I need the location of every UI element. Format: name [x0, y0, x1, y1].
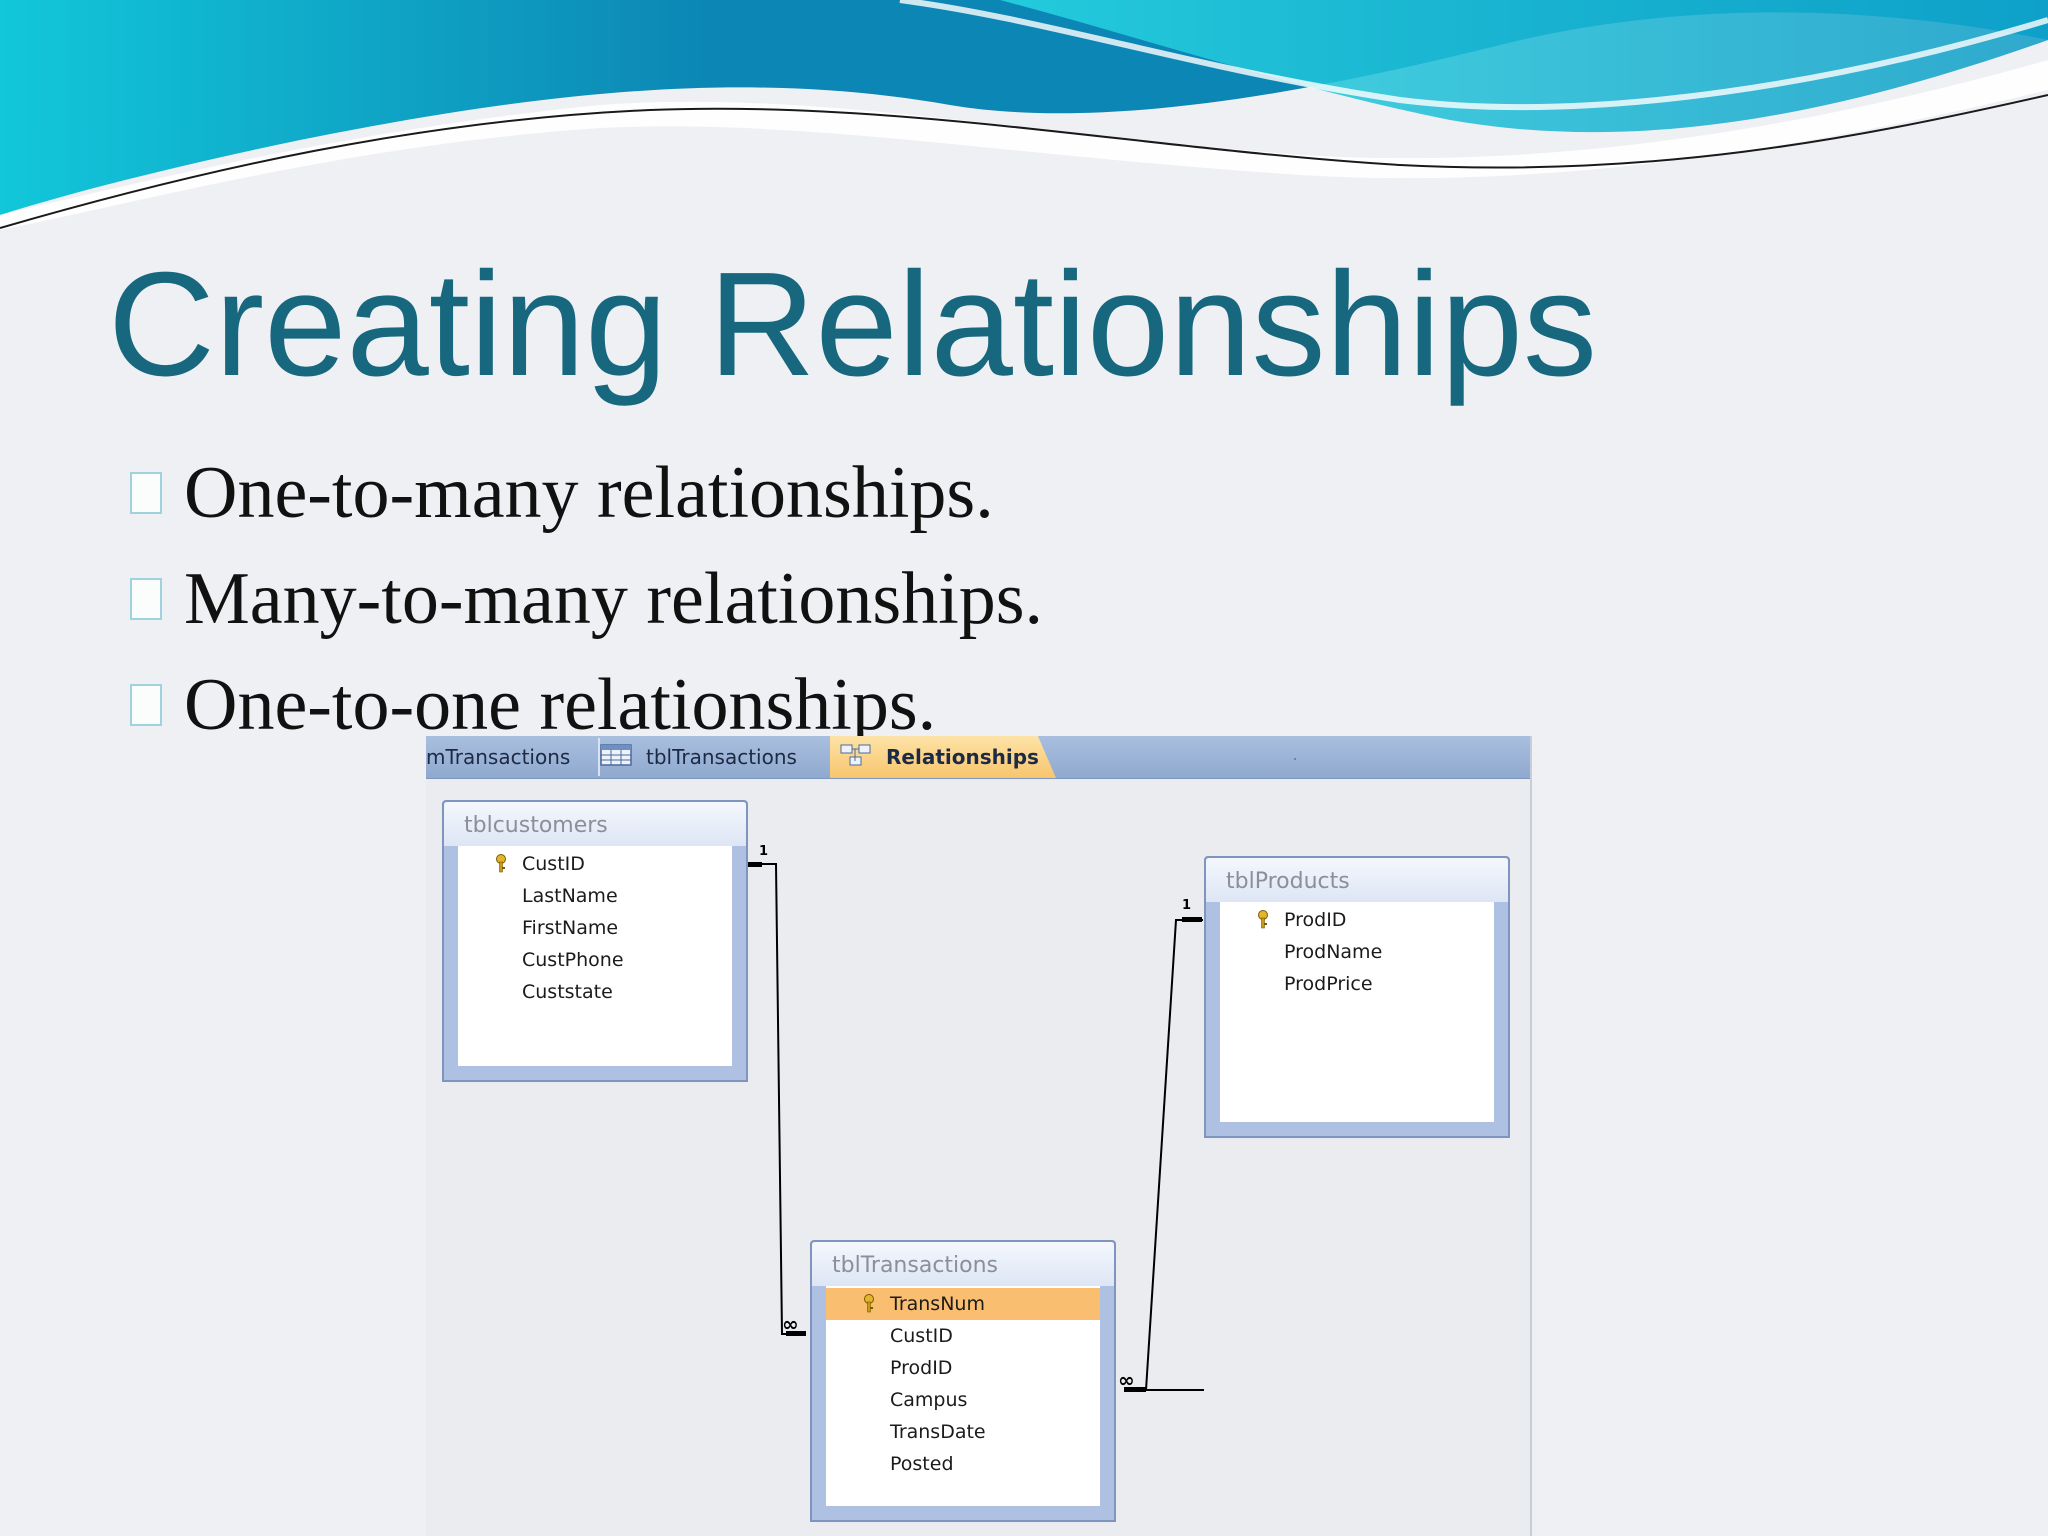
table-box-transactions[interactable]: tblTransactions TransNum CustID ProdID C…: [810, 1240, 1116, 1522]
table-box-products[interactable]: tblProducts ProdID ProdName ProdPrice: [1204, 856, 1510, 1138]
relationship-line-products-transactions[interactable]: [1124, 917, 1204, 1392]
bullet-item: One-to-many relationships.: [130, 440, 1043, 546]
access-relationships-window: mTransactions tblTransactions Relationsh…: [426, 736, 1532, 1536]
field-item[interactable]: ProdID: [826, 1352, 1100, 1384]
field-name: ProdPrice: [1284, 973, 1373, 995]
field-name: FirstName: [522, 917, 619, 939]
field-list-panel[interactable]: CustID LastName FirstName CustPhone Cust…: [458, 846, 732, 1066]
table-box-customers[interactable]: tblcustomers CustID LastName FirstName C…: [442, 800, 748, 1082]
bullet-text: Many-to-many relationships.: [184, 557, 1044, 640]
cardinality-many-label: ∞: [1118, 1368, 1135, 1392]
field-item[interactable]: Custstate: [458, 976, 732, 1008]
field-name: Custstate: [522, 981, 613, 1003]
bullet-box-icon: [130, 472, 162, 514]
field-item[interactable]: ProdPrice: [1220, 968, 1494, 1000]
bullet-item: Many-to-many relationships.: [130, 546, 1043, 652]
table-title[interactable]: tblProducts: [1206, 858, 1508, 902]
slide-title: Creating Relationships: [108, 242, 1598, 407]
field-item[interactable]: Posted: [826, 1448, 1100, 1480]
cardinality-many-label: ∞: [782, 1312, 799, 1336]
field-name: CustPhone: [522, 949, 624, 971]
field-name: Posted: [890, 1453, 954, 1475]
field-list-panel[interactable]: TransNum CustID ProdID Campus TransDate …: [826, 1286, 1100, 1506]
field-item[interactable]: CustID: [826, 1320, 1100, 1352]
field-name: LastName: [522, 885, 618, 907]
bullet-box-icon: [130, 684, 162, 726]
field-list-panel[interactable]: ProdID ProdName ProdPrice: [1220, 902, 1494, 1122]
field-name: ProdName: [1284, 941, 1383, 963]
relationship-line-customers-transactions[interactable]: [748, 862, 806, 1336]
field-name: CustID: [522, 853, 585, 875]
field-item[interactable]: LastName: [458, 880, 732, 912]
bullet-box-icon: [130, 578, 162, 620]
field-name: ProdID: [890, 1357, 953, 1379]
field-item[interactable]: ProdID: [1220, 904, 1494, 936]
field-item[interactable]: CustID: [458, 848, 732, 880]
field-name: ProdID: [1284, 909, 1347, 931]
cardinality-one-label: 1: [759, 844, 769, 859]
table-title[interactable]: tblTransactions: [812, 1242, 1114, 1286]
field-item[interactable]: FirstName: [458, 912, 732, 944]
field-name: Campus: [890, 1389, 968, 1411]
table-title[interactable]: tblcustomers: [444, 802, 746, 846]
field-item-selected[interactable]: TransNum: [826, 1288, 1100, 1320]
bullet-text: One-to-many relationships.: [184, 451, 994, 534]
field-name: TransNum: [890, 1293, 985, 1315]
field-name: TransDate: [890, 1421, 986, 1443]
field-item[interactable]: ProdName: [1220, 936, 1494, 968]
bullet-text: One-to-one relationships.: [184, 663, 937, 746]
cardinality-one-label: 1: [1182, 898, 1192, 913]
field-name: CustID: [890, 1325, 953, 1347]
bullet-list: One-to-many relationships. Many-to-many …: [130, 440, 1043, 758]
field-item[interactable]: Campus: [826, 1384, 1100, 1416]
field-item[interactable]: TransDate: [826, 1416, 1100, 1448]
field-item[interactable]: CustPhone: [458, 944, 732, 976]
